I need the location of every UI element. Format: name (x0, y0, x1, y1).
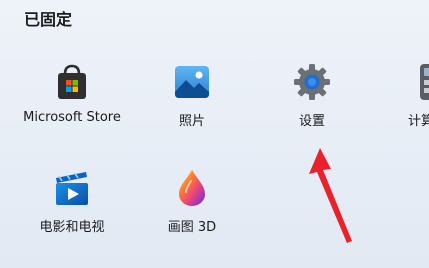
pinned-app-movies-tv[interactable]: 电影和电视 (12, 168, 132, 252)
gear-icon (294, 64, 330, 100)
pinned-app-paint-3d[interactable]: 画图 3D (132, 168, 252, 252)
pinned-app-photos[interactable]: 照片 (132, 62, 252, 146)
pinned-section-title: 已固定 (24, 10, 73, 29)
app-label: 电影和电视 (39, 220, 105, 235)
annotation-arrow-icon (309, 148, 352, 243)
app-label: 设置 (298, 114, 325, 129)
paint-3d-icon (179, 170, 205, 206)
pinned-app-calculator[interactable]: 计算 (372, 62, 429, 146)
app-label: Microsoft Store (23, 110, 121, 125)
pinned-app-settings[interactable]: 设置 (252, 62, 372, 146)
pinned-app-microsoft-store[interactable]: Microsoft Store (12, 62, 132, 146)
start-menu-pinned-panel: 已固定 Microsoft Store 照片 设置 计算 电影和电视 画图 3D (0, 0, 429, 268)
calculator-icon (420, 64, 429, 100)
photos-icon (175, 66, 209, 98)
app-label: 画图 3D (167, 220, 217, 235)
microsoft-store-icon (58, 64, 86, 99)
app-label: 计算 (408, 114, 429, 129)
movies-tv-icon (56, 172, 88, 205)
app-label: 照片 (178, 114, 205, 129)
